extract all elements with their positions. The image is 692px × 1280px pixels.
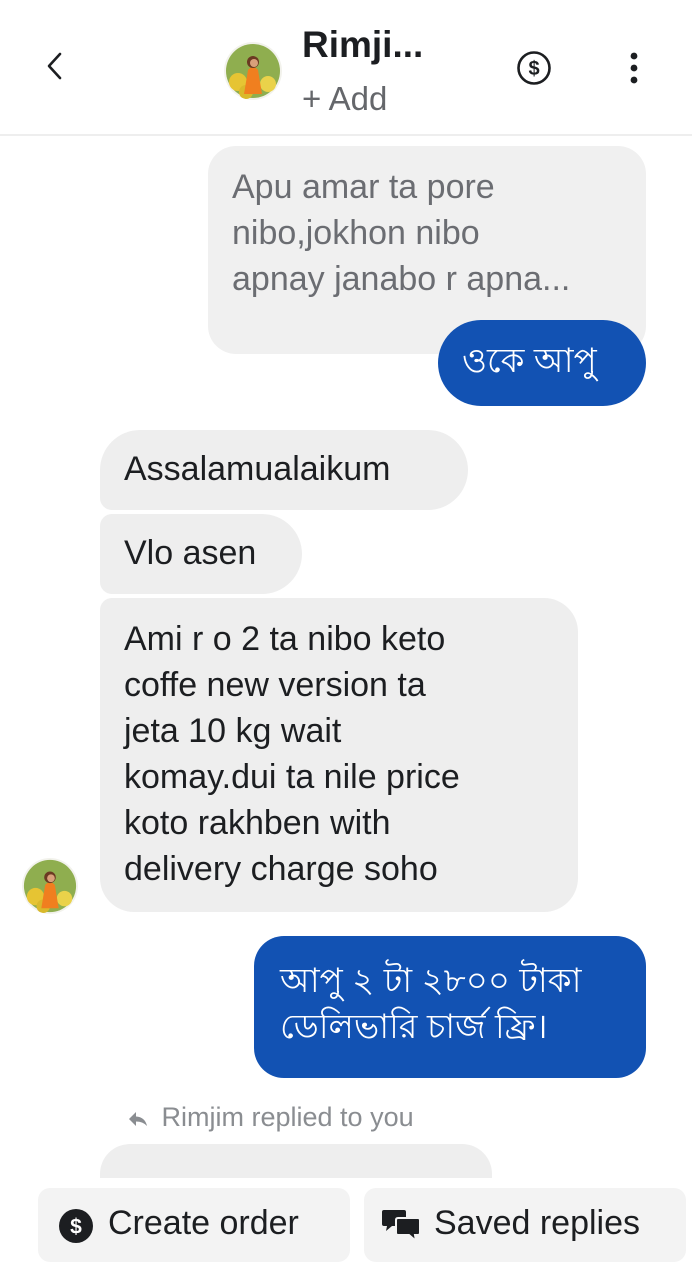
- message-line: Vlo asen: [124, 534, 257, 572]
- create-order-button[interactable]: $ Create order: [38, 1188, 350, 1262]
- svg-text:$: $: [528, 58, 539, 80]
- back-icon[interactable]: [38, 48, 74, 84]
- dollar-circle-icon: $: [58, 1208, 94, 1253]
- create-order-label: Create order: [108, 1204, 299, 1242]
- reply-note-text: Rimjim replied to you: [161, 1102, 414, 1132]
- chat-bubbles-icon: [380, 1208, 424, 1253]
- outgoing-message-bubble[interactable]: আপু ২ টা ২৮০০ টাকা ডেলিভারি চার্জ ফ্রি।: [254, 936, 646, 1078]
- incoming-message-bubble[interactable]: Ami r o 2 ta nibo keto coffe new version…: [100, 598, 578, 912]
- message-line: Ami r o 2 ta nibo keto: [124, 620, 446, 658]
- saved-replies-label: Saved replies: [434, 1204, 641, 1242]
- bottom-action-bar: $ Create order Saved replies: [0, 1178, 692, 1280]
- message-line: coffe new version ta: [124, 666, 426, 704]
- incoming-message-bubble[interactable]: Vlo asen: [100, 514, 302, 594]
- message-line: ওকে আপু: [462, 342, 597, 380]
- contact-avatar[interactable]: [224, 42, 282, 100]
- reply-indicator: Rimjim replied to you: [126, 1102, 414, 1133]
- message-line: komay.dui ta nile price: [124, 758, 460, 796]
- message-line: delivery charge soho: [124, 850, 438, 888]
- more-vertical-icon[interactable]: [620, 48, 648, 88]
- contact-name[interactable]: Rimji...: [302, 24, 423, 66]
- message-line: Assalamualaikum: [124, 450, 391, 488]
- dollar-circle-icon[interactable]: $: [516, 50, 552, 86]
- reply-arrow-icon: [129, 1111, 147, 1126]
- svg-text:$: $: [70, 1216, 82, 1239]
- saved-replies-button[interactable]: Saved replies: [364, 1188, 686, 1262]
- message-line: nibo,jokhon nibo: [232, 214, 480, 252]
- outgoing-message-bubble[interactable]: ওকে আপু: [438, 320, 646, 406]
- message-line: koto rakhben with: [124, 804, 391, 842]
- add-label-button[interactable]: + Add: [302, 80, 387, 118]
- message-line: apnay janabo r apna...: [232, 260, 571, 298]
- message-line: ডেলিভারি চার্জ ফ্রি।: [280, 1008, 548, 1046]
- incoming-message-bubble[interactable]: Assalamualaikum: [100, 430, 468, 510]
- message-line: আপু ২ টা ২৮০০ টাকা: [280, 962, 582, 1000]
- sender-avatar[interactable]: [22, 858, 78, 914]
- chat-header: Rimji... + Add $: [0, 0, 692, 136]
- message-line: jeta 10 kg wait: [124, 712, 342, 750]
- message-line: Apu amar ta pore: [232, 168, 495, 206]
